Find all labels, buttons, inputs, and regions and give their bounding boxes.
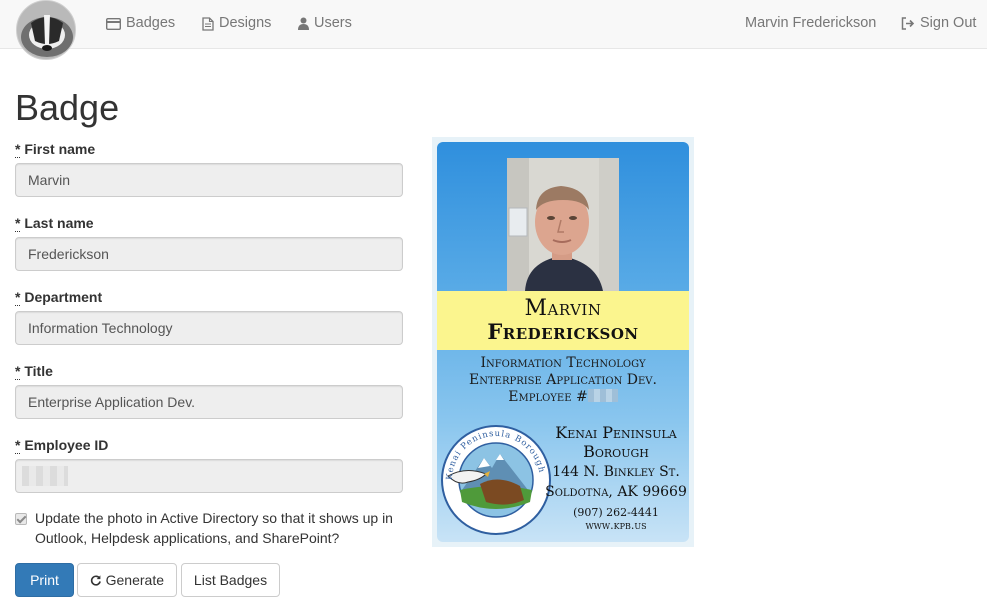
employee-id-input[interactable] xyxy=(15,459,403,493)
employee-id-redaction xyxy=(22,466,68,486)
list-badges-button[interactable]: List Badges xyxy=(181,563,280,597)
borough-seal-icon: Kenai Peninsula Borough xyxy=(441,425,551,535)
brand-logo-avatar[interactable] xyxy=(16,0,76,60)
badge-photo xyxy=(507,158,619,291)
badge-employee-redaction xyxy=(587,389,618,402)
update-photo-checkbox[interactable] xyxy=(15,513,27,525)
update-photo-label: Update the photo in Active Directory so … xyxy=(35,510,393,546)
department-label-text: Department xyxy=(24,289,103,305)
title-input[interactable] xyxy=(15,385,403,419)
badge-org-line2: Borough xyxy=(583,442,649,461)
badge-name-band: Marvin Frederickson xyxy=(437,291,689,350)
nav-badges-label: Badges xyxy=(126,15,176,31)
print-button[interactable]: Print xyxy=(15,563,74,597)
last-name-input[interactable] xyxy=(15,237,403,271)
badge-employee-number: Employee # xyxy=(437,389,689,406)
badge-address1: 144 N. Binkley St. xyxy=(552,464,680,480)
generate-button[interactable]: Generate xyxy=(77,563,177,597)
required-marker: * xyxy=(15,215,21,232)
badge-last-name: Frederickson xyxy=(487,319,639,344)
badge-department: Information Technology xyxy=(480,355,646,371)
employee-photo-icon xyxy=(507,158,619,291)
nav-designs-label: Designs xyxy=(219,15,272,31)
required-marker: * xyxy=(15,437,21,454)
nav-current-user[interactable]: Marvin Frederickson xyxy=(745,0,876,47)
last-name-label: * Last name xyxy=(15,214,94,232)
nav-sign-out-label: Sign Out xyxy=(920,15,977,31)
badge-address2: Soldotna, AK 99669 xyxy=(545,484,687,500)
list-badges-button-label: List Badges xyxy=(193,572,268,588)
navbar: Badges Designs Users Marvin Frederickson… xyxy=(0,0,987,60)
title-label: * Title xyxy=(15,362,53,380)
required-marker: * xyxy=(15,141,21,158)
badge-website: www.kpb.us xyxy=(585,519,647,532)
nav-sign-out[interactable]: Sign Out xyxy=(901,0,976,47)
employee-id-label-text: Employee ID xyxy=(24,437,109,453)
refresh-icon xyxy=(90,574,101,586)
last-name-label-text: Last name xyxy=(24,215,94,231)
badger-avatar-icon xyxy=(17,1,75,59)
page-title: Badge xyxy=(15,87,120,128)
file-icon xyxy=(202,16,214,31)
nav-users[interactable]: Users xyxy=(298,0,352,47)
first-name-label-text: First name xyxy=(24,141,96,157)
nav-badges[interactable]: Badges xyxy=(106,0,175,47)
department-label: * Department xyxy=(15,288,102,306)
nav-designs[interactable]: Designs xyxy=(202,0,271,47)
required-marker: * xyxy=(15,289,21,306)
badge-phone: (907) 262-4441 xyxy=(573,506,659,519)
current-user-name: Marvin Frederickson xyxy=(745,15,877,31)
nav-users-label: Users xyxy=(314,15,352,31)
department-input[interactable] xyxy=(15,311,403,345)
credit-card-icon xyxy=(106,17,121,30)
badge-title: Enterprise Application Dev. xyxy=(469,372,657,388)
badge-preview: Marvin Frederickson Information Technolo… xyxy=(437,142,689,542)
badge-org-line1: Kenai Peninsula xyxy=(555,423,677,442)
first-name-label: * First name xyxy=(15,140,95,158)
first-name-input[interactable] xyxy=(15,163,403,197)
badge-employee-prefix: Employee # xyxy=(508,389,588,405)
user-icon xyxy=(298,17,309,30)
generate-button-label: Generate xyxy=(105,572,164,588)
title-label-text: Title xyxy=(24,363,53,379)
sign-out-icon xyxy=(901,17,915,30)
required-marker: * xyxy=(15,363,21,380)
print-button-label: Print xyxy=(30,572,59,588)
employee-id-label: * Employee ID xyxy=(15,436,108,454)
